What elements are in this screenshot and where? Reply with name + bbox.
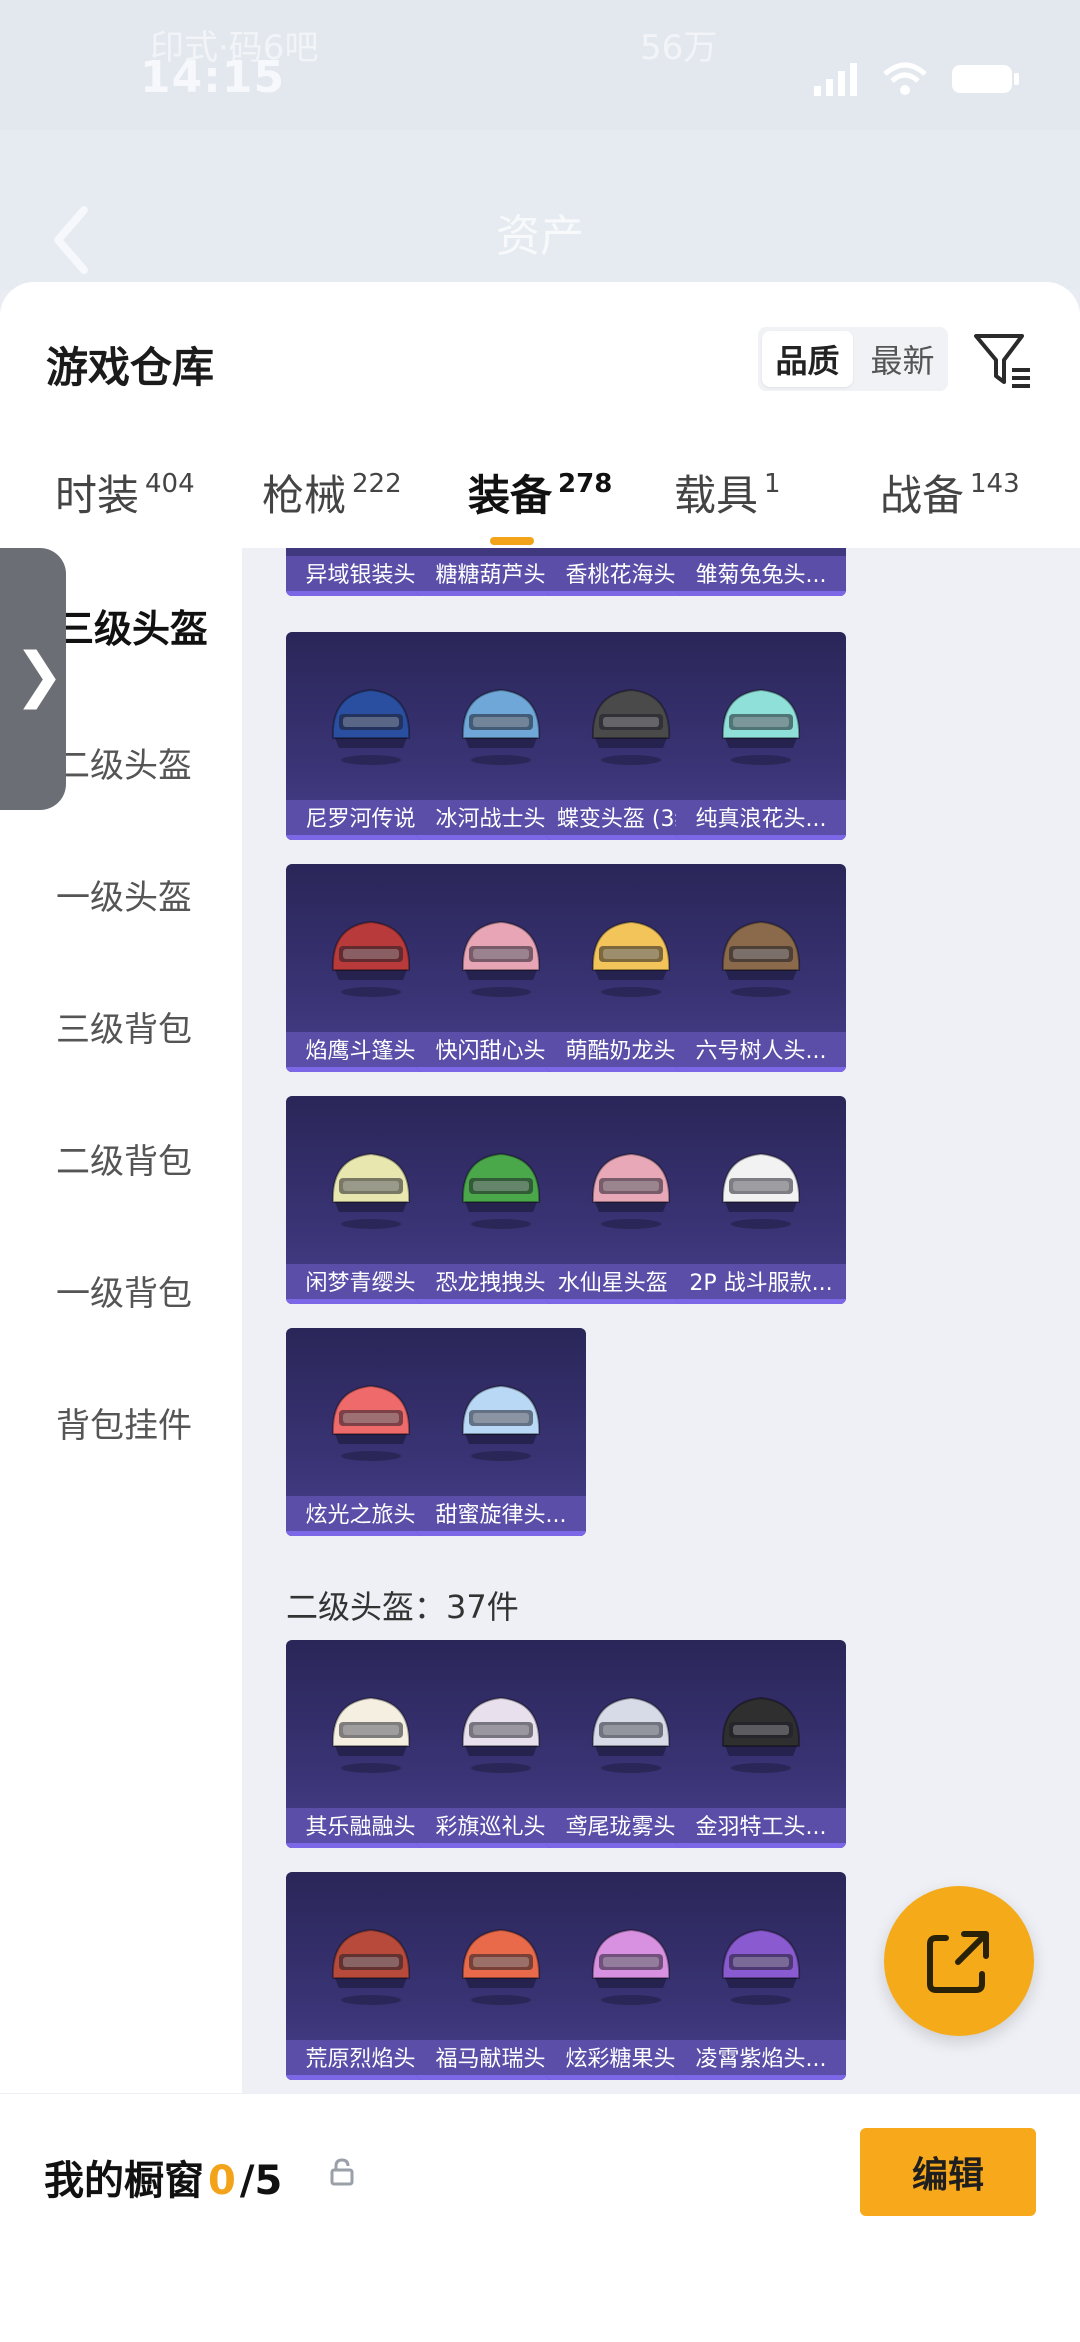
item-name: 2P 战斗服款... — [676, 1264, 846, 1304]
chevron-right-icon: ❯ — [14, 640, 65, 710]
item-name: 纯真浪花头... — [676, 800, 846, 840]
helmet-icon — [721, 920, 801, 997]
wifi-icon — [883, 62, 927, 95]
helmet-icon — [721, 1696, 801, 1773]
system-icons — [812, 62, 1020, 96]
helmet-icon — [331, 1696, 411, 1773]
edit-button[interactable]: 编辑 — [860, 2128, 1036, 2216]
helmet-icon — [331, 1928, 411, 2005]
lock-icon — [330, 2158, 354, 2186]
helmet-icon — [331, 1152, 411, 1229]
item-name: 六号树人头... — [676, 1032, 846, 1072]
status-bar: 印式·码6吧 56万 14:15 — [0, 0, 1080, 130]
helmet-icon — [331, 688, 411, 765]
item-label-bar — [676, 1067, 846, 1072]
helmet-icon — [331, 1384, 411, 1461]
filter-icon[interactable] — [972, 330, 1034, 392]
status-time: 14:15 — [140, 52, 286, 103]
sidebar-item-level2-backpack[interactable]: 二级背包 — [56, 1134, 192, 1183]
item-label-bar — [676, 2075, 846, 2080]
tab-guns[interactable]: 枪械 222 — [262, 462, 402, 523]
item-name: 雏菊兔兔头... — [676, 556, 846, 596]
helmet-icon — [461, 920, 541, 997]
signal-icon — [814, 63, 857, 96]
section-header-level2: 二级头盔：37件 — [286, 1588, 519, 1626]
helmet-icon — [461, 1928, 541, 2005]
item-label-bar — [676, 1843, 846, 1848]
showcase-label: 我的橱窗 — [44, 2158, 204, 2204]
item-name: 金羽特工头... — [676, 1808, 846, 1848]
tab-equipment[interactable]: 装备 278 — [468, 462, 612, 523]
helmet-icon — [721, 1152, 801, 1229]
sidebar-item-level1-backpack[interactable]: 一级背包 — [56, 1266, 192, 1315]
tab-vehicles[interactable]: 载具 1 — [674, 462, 781, 523]
helmet-icon — [461, 1152, 541, 1229]
sidebar-item-level3-backpack[interactable]: 三级背包 — [56, 1002, 192, 1051]
helmet-icon — [591, 688, 671, 765]
sidebar-item-level3-helmet[interactable]: 三级头盔 — [56, 598, 208, 653]
item-card[interactable]: 2P 战斗服款... — [676, 1096, 846, 1304]
sidebar-item-level2-helmet[interactable]: 二级头盔 — [56, 738, 192, 787]
showcase-count-total: /5 — [239, 2158, 283, 2204]
helmet-icon — [591, 1928, 671, 2005]
helmet-icon — [591, 920, 671, 997]
tab-fashion[interactable]: 时装 404 — [55, 462, 195, 523]
item-label-bar — [416, 1531, 586, 1536]
item-grid: 异域银装头... 糖糖葫芦头... 香桃花海头... 雏菊兔兔头... 尼罗河传说..… — [242, 548, 1080, 2093]
helmet-icon — [461, 688, 541, 765]
active-tab-indicator — [490, 537, 534, 545]
showcase-title: 我的橱窗 0/5 — [44, 2148, 282, 2206]
item-name: 甜蜜旋律头... — [416, 1496, 586, 1536]
item-name: 凌霄紫焰头... — [676, 2040, 846, 2080]
item-label-bar — [676, 591, 846, 596]
helmet-icon — [461, 1384, 541, 1461]
page-title: 资产 — [496, 211, 584, 262]
sort-toggle: 品质 最新 — [758, 327, 948, 391]
sidebar-item-level1-helmet[interactable]: 一级头盔 — [56, 870, 192, 919]
item-card[interactable]: 甜蜜旋律头... — [416, 1328, 586, 1536]
sort-newest-button[interactable]: 最新 — [857, 327, 948, 391]
item-label-bar — [676, 835, 846, 840]
battery-icon — [952, 65, 1019, 93]
category-tabs: 时装 404 枪械 222 装备 278 载具 1 战备 143 — [0, 462, 1080, 552]
helmet-icon — [591, 1696, 671, 1773]
item-card[interactable]: 雏菊兔兔头... — [676, 548, 846, 596]
helmet-icon — [721, 1928, 801, 2005]
share-button[interactable] — [884, 1886, 1034, 2036]
item-card[interactable]: 凌霄紫焰头... — [676, 1872, 846, 2080]
helmet-icon — [331, 920, 411, 997]
drawer-toggle[interactable]: ❯ — [0, 548, 66, 810]
status-blur-text: 56万 — [640, 28, 718, 68]
helmet-icon — [461, 1696, 541, 1773]
sidebar-item-backpack-charm[interactable]: 背包挂件 — [56, 1398, 192, 1447]
helmet-icon — [721, 688, 801, 765]
share-icon — [927, 1931, 989, 1993]
helmet-icon — [591, 1152, 671, 1229]
showcase-count-current: 0 — [208, 2158, 236, 2204]
warehouse-title: 游戏仓库 — [46, 343, 215, 392]
showcase-bar: 我的橱窗 0/5 编辑 — [0, 2093, 1080, 2342]
sort-quality-button[interactable]: 品质 — [762, 331, 853, 387]
item-card[interactable]: 纯真浪花头... — [676, 632, 846, 840]
item-label-bar — [676, 1299, 846, 1304]
tab-supplies[interactable]: 战备 143 — [880, 462, 1020, 523]
item-card[interactable]: 金羽特工头... — [676, 1640, 846, 1848]
item-card[interactable]: 六号树人头... — [676, 864, 846, 1072]
